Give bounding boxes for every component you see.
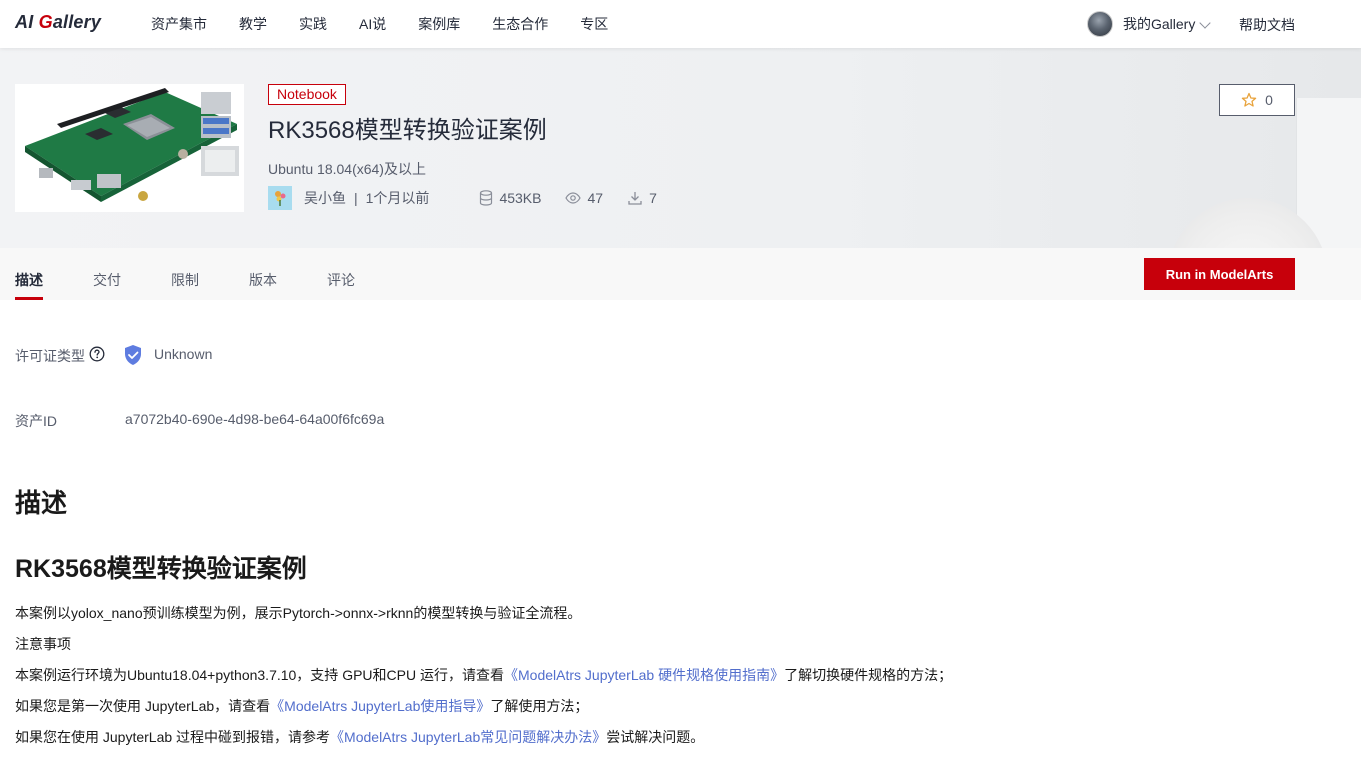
my-gallery-label[interactable]: 我的Gallery	[1123, 14, 1195, 34]
help-circle-icon[interactable]	[89, 346, 105, 362]
case-heading: RK3568模型转换验证案例	[15, 555, 307, 583]
help-docs-link[interactable]: 帮助文档	[1239, 15, 1295, 35]
nav-item-practice[interactable]: 实践	[299, 14, 327, 34]
main-menu: 资产集市 教学 实践 AI说 案例库 生态合作 专区	[151, 0, 640, 48]
tab-versions[interactable]: 版本	[249, 270, 277, 290]
nav-item-asset-market[interactable]: 资产集市	[151, 14, 207, 34]
notes-heading: 注意事项	[15, 636, 71, 652]
asset-meta: 吴小鱼 | 1个月以前 453KB 47 7	[268, 186, 657, 210]
database-icon	[480, 190, 493, 206]
views-stat: 47	[565, 190, 603, 206]
nav-item-ecosystem[interactable]: 生态合作	[492, 14, 548, 34]
asset-thumbnail	[15, 84, 244, 212]
asset-title: RK3568模型转换验证案例	[268, 117, 547, 144]
shield-check-icon	[125, 345, 141, 365]
active-tab-indicator	[15, 297, 43, 300]
nav-item-case-library[interactable]: 案例库	[418, 14, 460, 34]
description-heading: 描述	[15, 488, 68, 518]
jupyterlab-guide-link[interactable]: 《ModelAtrs JupyterLab使用指导》	[270, 698, 490, 714]
eye-icon	[565, 192, 582, 204]
run-in-modelarts-button[interactable]: Run in ModelArts	[1144, 258, 1295, 290]
tab-delivery[interactable]: 交付	[93, 270, 121, 290]
meta-separator: |	[354, 190, 358, 206]
asset-header: Notebook RK3568模型转换验证案例 Ubuntu 18.04(x64…	[0, 48, 1361, 248]
publish-time: 1个月以前	[365, 190, 430, 206]
user-menu[interactable]: 我的Gallery	[1087, 10, 1212, 38]
author-name[interactable]: 吴小鱼	[304, 188, 346, 208]
env-paragraph: 本案例运行环境为Ubuntu18.04+python3.7.10，支持 GPU和…	[15, 667, 953, 683]
asset-id-value: a7072b40-690e-4d98-be64-64a00f6fc69a	[125, 411, 385, 427]
star-icon	[1241, 92, 1257, 107]
nav-item-ai-talk[interactable]: AI说	[359, 14, 386, 34]
tab-description[interactable]: 描述	[15, 270, 43, 290]
star-button[interactable]: 0	[1219, 84, 1295, 116]
nav-item-zone[interactable]: 专区	[580, 14, 608, 34]
asset-id-label: 资产ID	[15, 413, 57, 429]
intro-paragraph: 本案例以yolox_nano预训练模型为例，展示Pytorch->onnx->r…	[15, 605, 582, 621]
views-value: 47	[587, 190, 604, 206]
downloads-value: 7	[649, 190, 657, 206]
download-icon	[628, 192, 642, 205]
first-use-paragraph: 如果您是第一次使用 JupyterLab，请查看《ModelAtrs Jupyt…	[15, 698, 589, 714]
faq-link[interactable]: 《ModelAtrs JupyterLab常见问题解决办法》	[330, 729, 606, 745]
license-label: 许可证类型	[15, 348, 85, 364]
size-value: 453KB	[499, 190, 542, 206]
nav-item-teaching[interactable]: 教学	[239, 14, 267, 34]
size-stat: 453KB	[479, 190, 541, 206]
tab-bar: 描述 交付 限制 版本 评论 Run in ModelArts	[0, 248, 1361, 300]
license-value: Unknown	[154, 346, 213, 362]
user-avatar[interactable]	[1087, 11, 1113, 37]
logo[interactable]: AI Gallery	[15, 12, 101, 33]
troubleshoot-paragraph: 如果您在使用 JupyterLab 过程中碰到报错，请参考《ModelAtrs …	[15, 729, 705, 745]
tab-restrictions[interactable]: 限制	[171, 270, 199, 290]
asset-type-badge: Notebook	[268, 84, 346, 105]
hardware-spec-guide-link[interactable]: 《ModelAtrs JupyterLab 硬件规格使用指南》	[504, 667, 784, 683]
chevron-down-icon[interactable]	[1199, 16, 1212, 29]
downloads-stat: 7	[627, 190, 657, 206]
star-count: 0	[1265, 92, 1273, 108]
tab-comments[interactable]: 评论	[327, 270, 355, 290]
environment-label: Ubuntu 18.04(x64)及以上	[268, 161, 426, 177]
author-avatar[interactable]	[268, 186, 292, 210]
top-navigation: AI Gallery 资产集市 教学 实践 AI说 案例库 生态合作 专区 我的…	[0, 0, 1361, 48]
